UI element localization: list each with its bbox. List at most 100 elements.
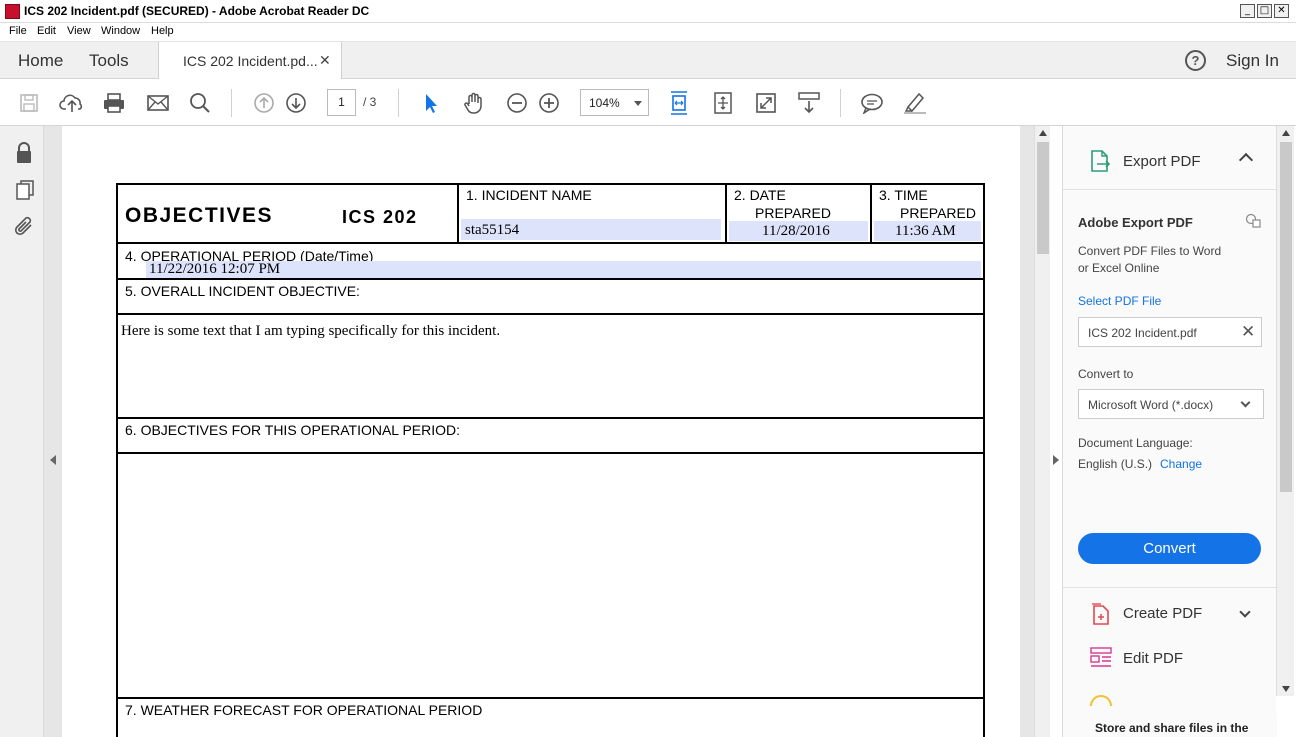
right-pane-scrollbar[interactable] [1276, 126, 1294, 696]
export-pdf-header[interactable]: Export PDF [1063, 126, 1277, 190]
tab-tools[interactable]: Tools [89, 51, 129, 71]
hand-icon[interactable] [461, 90, 487, 116]
scroll-up-icon[interactable] [1039, 130, 1047, 136]
acrobat-app-icon [5, 4, 20, 19]
email-icon[interactable] [145, 90, 171, 116]
pages-icon[interactable] [15, 179, 35, 206]
export-pdf-title: Export PDF [1123, 153, 1201, 170]
close-tab-icon[interactable]: ✕ [319, 52, 331, 69]
maximize-button[interactable]: □ [1257, 4, 1272, 18]
description-line-2: or Excel Online [1078, 261, 1160, 275]
menu-edit[interactable]: Edit [37, 25, 56, 37]
sign-in-link[interactable]: Sign In [1226, 51, 1279, 71]
menu-help[interactable]: Help [151, 25, 174, 37]
store-share-banner: Store and share files in the [1063, 714, 1277, 737]
operational-period-value: 11/22/2016 12:07 PM [149, 261, 281, 277]
convert-format-select[interactable]: Microsoft Word (*.docx) [1078, 389, 1264, 419]
edit-pdf-tool[interactable]: Edit PDF [1123, 650, 1183, 667]
chevron-down-icon[interactable] [1239, 606, 1251, 618]
store-share-text: Store and share files in the [1095, 721, 1249, 735]
toggle-right-pane-icon[interactable] [1053, 455, 1059, 465]
incident-name-cell: 1. INCIDENT NAME sta55154 [457, 183, 727, 244]
save-icon[interactable] [16, 90, 42, 116]
window-title: ICS 202 Incident.pdf (SECURED) - Adobe A… [24, 4, 370, 18]
selected-file-name: ICS 202 Incident.pdf [1088, 326, 1197, 340]
period-objectives-label: 6. OBJECTIVES FOR THIS OPERATIONAL PERIO… [125, 422, 461, 438]
page-number-input[interactable]: 1 [327, 89, 356, 116]
remove-file-icon[interactable]: ✕ [1241, 322, 1255, 342]
scroll-down-icon[interactable] [1282, 686, 1290, 692]
description-line-1: Convert PDF Files to Word [1078, 244, 1222, 258]
fit-page-icon[interactable] [666, 90, 692, 116]
zoom-out-icon[interactable] [504, 90, 530, 116]
chevron-up-icon[interactable] [1238, 152, 1254, 168]
section-title: Adobe Export PDF [1078, 215, 1193, 230]
document-language-value: English (U.S.) [1078, 457, 1153, 471]
collapse-left-pane-icon[interactable] [50, 455, 56, 465]
page-up-icon[interactable] [251, 90, 277, 116]
pane-divider [1063, 587, 1277, 588]
left-sidebar [0, 126, 44, 737]
time-prepared-cell: 3. TIME PREPARED 11:36 AM [870, 183, 985, 244]
period-objectives-header: 6. OBJECTIVES FOR THIS OPERATIONAL PERIO… [116, 417, 985, 454]
overall-objective-value: Here is some text that I am typing speci… [121, 323, 501, 339]
highlight-icon[interactable] [902, 90, 928, 116]
overall-objective-label: 5. OVERALL INCIDENT OBJECTIVE: [125, 283, 360, 299]
period-objectives-text-cell[interactable] [116, 452, 985, 699]
zoom-select[interactable]: 104% [580, 89, 649, 116]
help-icon[interactable]: ? [1185, 50, 1206, 71]
overall-objective-text-cell[interactable]: Here is some text that I am typing speci… [116, 313, 985, 419]
lock-icon[interactable] [14, 141, 34, 170]
date-prepared-cell: 2. DATE PREPARED 11/28/2016 [725, 183, 872, 244]
tab-home[interactable]: Home [18, 51, 63, 71]
selected-file-box[interactable]: ICS 202 Incident.pdf ✕ [1078, 317, 1262, 347]
incident-name-label: 1. INCIDENT NAME [466, 187, 592, 203]
comment-icon[interactable] [859, 90, 885, 116]
attachment-icon[interactable] [14, 216, 36, 243]
convert-format-value: Microsoft Word (*.docx) [1088, 398, 1214, 412]
select-pdf-file-link[interactable]: Select PDF File [1078, 294, 1161, 308]
scroll-mode-icon[interactable] [796, 90, 822, 116]
form-title: OBJECTIVES [125, 204, 274, 227]
create-pdf-icon [1089, 602, 1111, 631]
menu-window[interactable]: Window [101, 25, 140, 37]
menu-file[interactable]: File [9, 25, 27, 37]
create-pdf-tool[interactable]: Create PDF [1123, 605, 1202, 622]
page-down-icon[interactable] [283, 90, 309, 116]
close-window-button[interactable]: ✕ [1274, 4, 1289, 18]
chevron-down-icon [1240, 397, 1251, 408]
convert-button[interactable]: Convert [1078, 533, 1261, 564]
menu-view[interactable]: View [67, 25, 91, 37]
toolbar-divider [840, 89, 841, 117]
scroll-up-icon[interactable] [1282, 130, 1290, 136]
export-info-icon[interactable] [1245, 213, 1262, 233]
menu-bar: File Edit View Window Help [0, 23, 1296, 42]
minimize-button[interactable]: _ [1240, 4, 1255, 18]
export-pdf-icon [1089, 149, 1111, 178]
toolbar-divider [231, 89, 232, 117]
weather-forecast-label: 7. WEATHER FORECAST FOR OPERATIONAL PERI… [125, 702, 483, 718]
document-scrollbar[interactable] [1034, 126, 1050, 737]
zoom-value: 104% [589, 96, 620, 110]
document-viewer: OBJECTIVES ICS 202 1. INCIDENT NAME sta5… [44, 126, 1034, 737]
fit-width-icon[interactable] [710, 90, 736, 116]
form-code: ICS 202 [342, 207, 418, 227]
chevron-down-icon [634, 101, 642, 106]
weather-forecast-cell: 7. WEATHER FORECAST FOR OPERATIONAL PERI… [116, 697, 985, 737]
time-prepared-label-a: 3. TIME [879, 187, 928, 203]
zoom-in-icon[interactable] [536, 90, 562, 116]
change-language-link[interactable]: Change [1160, 457, 1202, 471]
operational-period-cell: 4. OPERATIONAL PERIOD (Date/Time) 11/22/… [116, 242, 985, 280]
search-icon[interactable] [187, 90, 213, 116]
full-screen-icon[interactable] [753, 90, 779, 116]
incident-name-value: sta55154 [465, 222, 520, 238]
scrollbar-thumb[interactable] [1037, 142, 1049, 254]
toolbar: 1 / 3 104% [0, 80, 1296, 126]
select-cursor-icon[interactable] [418, 90, 444, 116]
print-icon[interactable] [101, 90, 127, 116]
upload-icon[interactable] [59, 90, 85, 116]
scrollbar-thumb[interactable] [1280, 142, 1292, 492]
pdf-page: OBJECTIVES ICS 202 1. INCIDENT NAME sta5… [62, 126, 1020, 737]
tab-document[interactable]: ICS 202 Incident.pd... ✕ [158, 42, 342, 79]
right-tools-pane: Export PDF Adobe Export PDF Convert PDF … [1062, 126, 1277, 737]
